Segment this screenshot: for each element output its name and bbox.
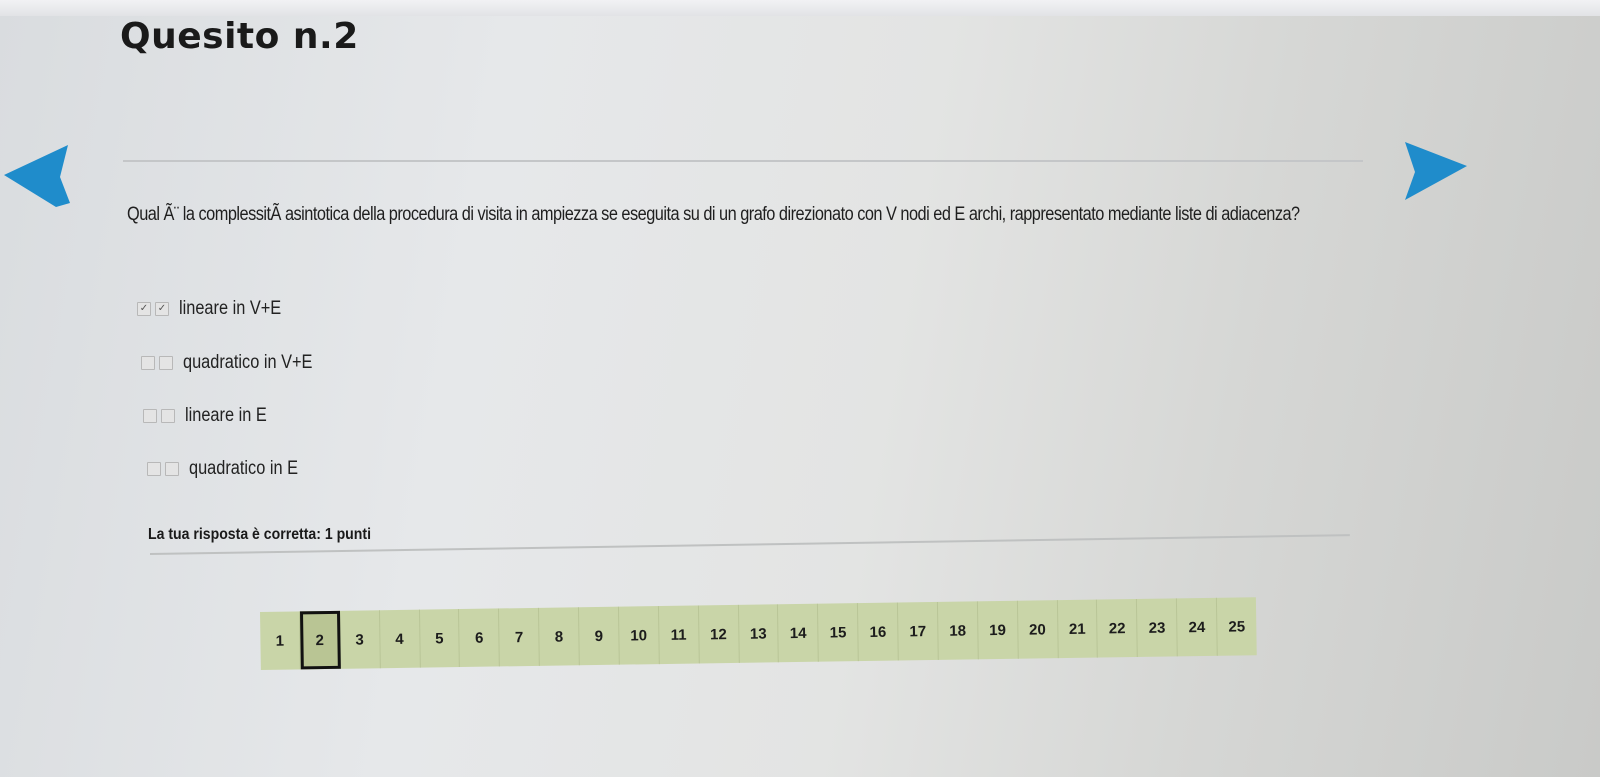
page-3-button[interactable]: 3: [339, 610, 381, 669]
arrow-left-icon: [4, 145, 70, 207]
page-16-button[interactable]: 16: [858, 602, 899, 662]
divider-top: [123, 160, 1363, 162]
page-12-button[interactable]: 12: [698, 604, 740, 664]
page-20-button[interactable]: 20: [1017, 600, 1059, 659]
question-text: Qual Ã¨ la complessitÃ asintotica della …: [127, 204, 1300, 225]
option-label: lineare in V+E: [179, 298, 282, 319]
checkbox-icon: [141, 356, 155, 370]
option-1-status: ✓ ✓: [137, 302, 169, 316]
checkmark-icon: ✓: [155, 302, 169, 316]
page-19-button[interactable]: 19: [977, 600, 1019, 660]
page-2-button[interactable]: 2: [299, 610, 341, 670]
checkbox-icon: [147, 462, 161, 476]
option-4[interactable]: quadratico in E: [147, 458, 316, 480]
page-13-button[interactable]: 13: [738, 604, 780, 663]
checkmark-icon: ✓: [137, 302, 151, 316]
checkbox-icon: [143, 409, 157, 423]
page-14-button[interactable]: 14: [778, 603, 820, 663]
page-24-button[interactable]: 24: [1177, 597, 1218, 657]
option-label: lineare in E: [185, 405, 267, 426]
top-bar: [0, 0, 1600, 16]
checkbox-icon: [161, 409, 175, 423]
option-3[interactable]: lineare in E: [143, 405, 280, 427]
feedback-message: La tua risposta è corretta: 1 punti: [148, 526, 371, 543]
page-23-button[interactable]: 23: [1137, 598, 1178, 657]
next-question-button[interactable]: [1405, 140, 1485, 210]
page-18-button[interactable]: 18: [937, 601, 979, 660]
option-3-status: [143, 409, 175, 423]
option-label: quadratico in V+E: [183, 352, 313, 373]
page-22-button[interactable]: 22: [1097, 598, 1139, 658]
page-8-button[interactable]: 8: [539, 607, 580, 666]
page-7-button[interactable]: 7: [499, 607, 540, 667]
page-6-button[interactable]: 6: [459, 608, 501, 668]
page-21-button[interactable]: 21: [1057, 599, 1099, 659]
page-17-button[interactable]: 17: [897, 601, 939, 661]
page-15-button[interactable]: 15: [818, 603, 859, 662]
option-1[interactable]: ✓ ✓ lineare in V+E: [137, 298, 298, 320]
page-10-button[interactable]: 10: [618, 606, 660, 665]
checkbox-icon: [165, 462, 179, 476]
previous-question-button[interactable]: [0, 145, 80, 215]
page-11-button[interactable]: 11: [658, 605, 700, 665]
option-2-status: [141, 356, 173, 370]
page-25-button[interactable]: 25: [1217, 597, 1257, 656]
page-4-button[interactable]: 4: [379, 609, 421, 669]
option-4-status: [147, 462, 179, 476]
page-5-button[interactable]: 5: [419, 609, 461, 668]
question-pager: 1 2 3 4 5 6 7 8 9 10 11 12 13 14 15 16 17 18 19 20 21 22 23 24 2…: [260, 597, 1257, 670]
option-label: quadratico in E: [189, 458, 299, 479]
page-title: Quesito n.2: [120, 16, 359, 57]
arrow-right-icon: [1405, 142, 1467, 200]
checkbox-icon: [159, 356, 173, 370]
page-9-button[interactable]: 9: [578, 606, 620, 666]
option-2[interactable]: quadratico in V+E: [141, 352, 334, 374]
page-1-button[interactable]: 1: [260, 611, 301, 670]
